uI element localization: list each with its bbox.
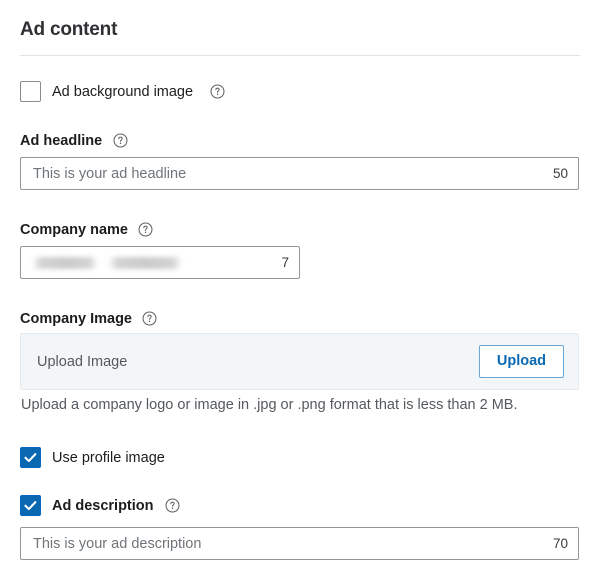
ad-headline-label-row: Ad headline [20, 132, 128, 150]
company-name-value-redacted [33, 256, 273, 269]
ad-description-counter: 70 [552, 536, 568, 551]
use-profile-image-row[interactable]: Use profile image [20, 447, 165, 468]
company-image-label: Company Image [20, 311, 132, 327]
company-name-label-row: Company name [20, 221, 153, 239]
ad-headline-placeholder: This is your ad headline [33, 165, 187, 182]
ad-description-placeholder: This is your ad description [33, 535, 202, 552]
upload-image-text: Upload Image [37, 353, 128, 370]
use-profile-image-label: Use profile image [52, 449, 165, 466]
ad-background-image-checkbox[interactable] [20, 81, 41, 102]
use-profile-image-checkbox[interactable] [20, 447, 41, 468]
company-image-label-row: Company Image [20, 310, 157, 328]
question-circle-icon[interactable] [210, 84, 225, 99]
ad-headline-counter: 50 [552, 166, 568, 181]
upload-button[interactable]: Upload [478, 345, 564, 378]
ad-headline-input[interactable]: This is your ad headline 50 [20, 157, 579, 190]
ad-description-label: Ad description [52, 497, 154, 514]
company-name-input[interactable]: 7 [20, 246, 300, 279]
ad-description-row[interactable]: Ad description [20, 495, 180, 516]
question-circle-icon[interactable] [113, 133, 128, 148]
ad-background-image-label: Ad background image [52, 83, 194, 100]
ad-content-form: Ad content Ad background image Ad headli… [0, 0, 600, 577]
company-name-label: Company name [20, 222, 128, 238]
ad-description-input[interactable]: This is your ad description 70 [20, 527, 579, 560]
ad-headline-label: Ad headline [20, 133, 103, 149]
question-circle-icon[interactable] [142, 311, 157, 326]
page-title: Ad content [20, 19, 118, 40]
ad-description-checkbox[interactable] [20, 495, 41, 516]
company-name-counter: 7 [281, 255, 289, 270]
question-circle-icon[interactable] [165, 498, 180, 513]
company-image-help-text: Upload a company logo or image in .jpg o… [21, 397, 518, 413]
question-circle-icon[interactable] [138, 222, 153, 237]
ad-background-image-row[interactable]: Ad background image [20, 81, 225, 102]
company-image-upload-panel[interactable]: Upload Image Upload [20, 333, 579, 390]
header-divider [20, 55, 580, 56]
